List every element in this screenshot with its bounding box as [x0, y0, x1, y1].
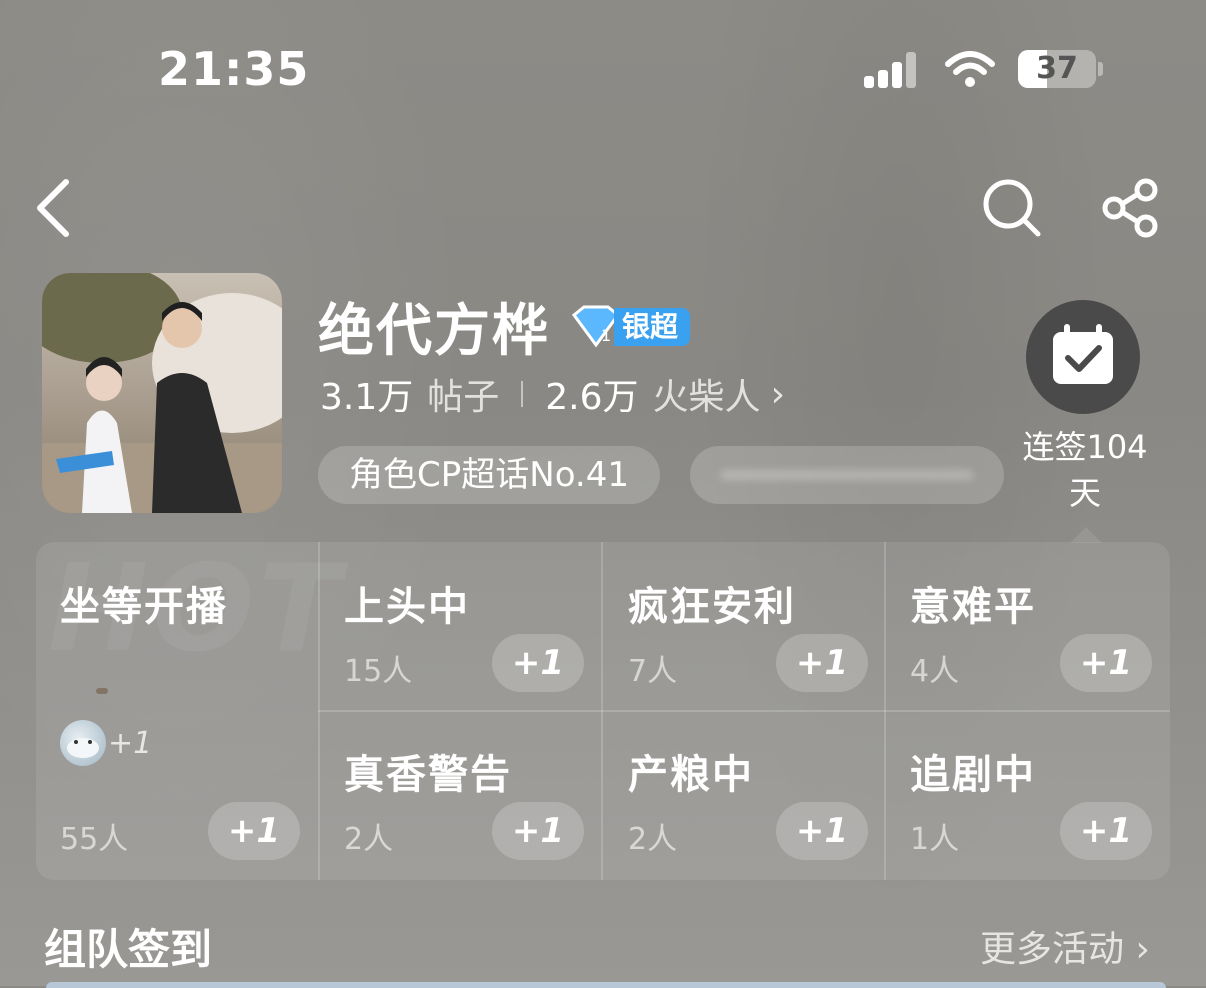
plus-one-button[interactable]: +1	[776, 802, 868, 860]
svg-text:1: 1	[601, 326, 611, 345]
title-row: 绝代方桦 1 银超	[318, 286, 691, 367]
battery-tip	[1098, 62, 1103, 76]
plus-one-button[interactable]: +1	[492, 802, 584, 860]
search-icon[interactable]	[980, 176, 1044, 240]
section-title: 组队签到	[44, 925, 213, 974]
checkin-streak-line2: 天	[1068, 474, 1101, 512]
grid-cell-count: 7人	[628, 654, 678, 689]
fans-label[interactable]: 火柴人	[653, 368, 761, 420]
checkin-streak: 连签104 天	[1010, 424, 1160, 516]
grid-cell-count: 2人	[628, 822, 678, 857]
grid-cell-title: 上头中	[344, 584, 470, 630]
cellular-signal-icon	[864, 52, 926, 88]
stats-divider	[521, 381, 524, 407]
fans-count[interactable]: 2.6万	[545, 368, 638, 420]
grid-cell-title: 追剧中	[910, 752, 1036, 798]
checkin-button[interactable]	[1026, 300, 1140, 414]
grid-cell-title: 疯狂安利	[628, 584, 796, 630]
plus-one-button[interactable]: +1	[1060, 634, 1152, 692]
plus-one-button[interactable]: +1	[492, 634, 584, 692]
grid-cell-count: 4人	[910, 654, 960, 689]
grid-cell-count: 15人	[344, 654, 413, 689]
back-icon[interactable]	[30, 176, 80, 240]
level-badge[interactable]: 1 银超	[568, 305, 691, 348]
status-time: 21:35	[158, 42, 310, 96]
grid-cell-title: 坐等开播	[60, 584, 228, 630]
panel-pointer	[1070, 527, 1102, 543]
grid-cell-title: 产粮中	[628, 752, 754, 798]
grid-cell-title: 真香警告	[344, 752, 512, 798]
avatar[interactable]	[60, 720, 106, 766]
grid-divider	[318, 710, 1170, 712]
topic-cover-image[interactable]	[42, 273, 282, 513]
plus-one-button[interactable]: +1	[1060, 802, 1152, 860]
rank-tag[interactable]: 角色CP超话No.41	[318, 446, 660, 504]
checkin-streak-line1: 连签104	[1022, 428, 1148, 466]
share-icon[interactable]	[1100, 176, 1164, 240]
posts-count: 3.1万	[320, 377, 414, 418]
plus-one-button[interactable]: +1	[208, 802, 300, 860]
avatar-plus-count: +1	[108, 726, 153, 761]
battery-percent: 37	[1036, 51, 1078, 86]
decor-dot	[96, 688, 108, 694]
topic-stats: 3.1万 帖子 2.6万 火柴人 ›	[320, 368, 785, 420]
posts-label: 帖子	[427, 377, 500, 418]
battery-icon: 37	[1018, 50, 1096, 88]
calendar-check-icon	[1053, 324, 1113, 384]
grid-cell-title: 意难平	[910, 584, 1036, 630]
wifi-icon	[945, 51, 995, 87]
topic-title: 绝代方桦	[318, 299, 550, 364]
grid-cell-count: 2人	[344, 822, 394, 857]
blurred-content	[720, 470, 974, 480]
badge-label: 银超	[614, 307, 691, 346]
next-card-edge	[46, 982, 1166, 988]
more-activities-link[interactable]: 更多活动 ›	[980, 920, 1150, 972]
chevron-right-icon[interactable]: ›	[771, 374, 785, 415]
grid-cell-count: 55人	[60, 822, 129, 857]
plus-one-button[interactable]: +1	[776, 634, 868, 692]
grid-cell-count: 1人	[910, 822, 960, 857]
blurred-tag[interactable]	[690, 446, 1004, 504]
